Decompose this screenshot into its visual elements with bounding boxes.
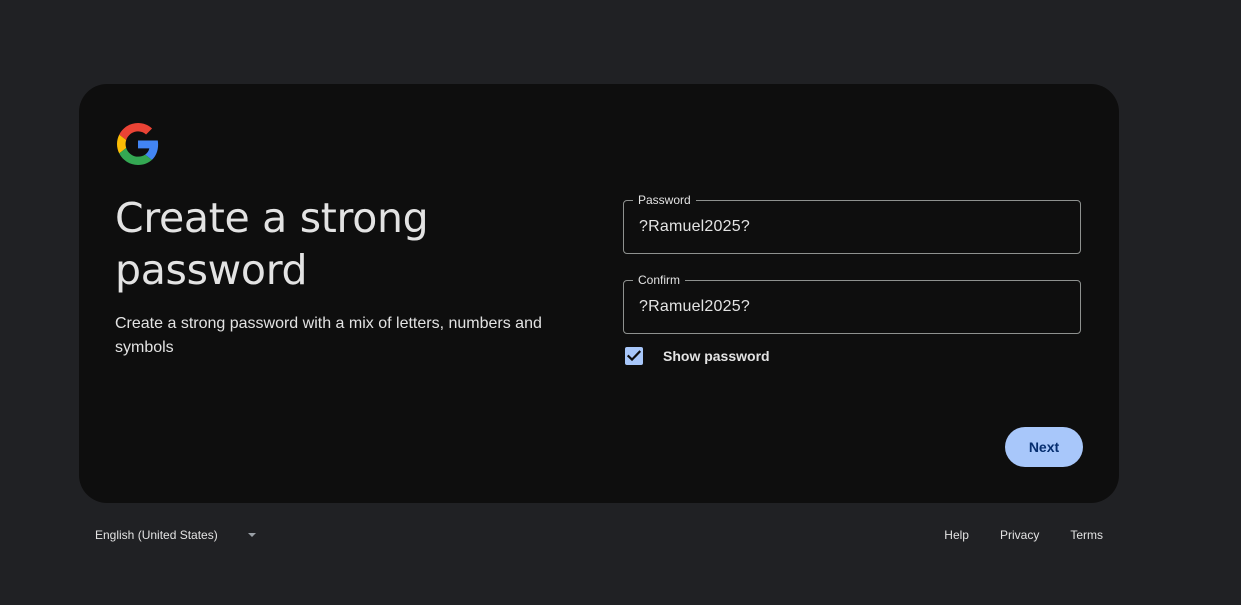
google-logo-icon (117, 123, 159, 165)
help-link[interactable]: Help (944, 528, 969, 542)
confirm-field[interactable]: Confirm (623, 272, 1081, 334)
password-input[interactable] (624, 201, 1080, 253)
next-button[interactable]: Next (1005, 427, 1083, 467)
password-field[interactable]: Password (623, 192, 1081, 254)
language-label: English (United States) (95, 528, 218, 542)
checkmark-icon (627, 350, 641, 362)
terms-link[interactable]: Terms (1070, 528, 1103, 542)
show-password-row[interactable]: Show password (625, 346, 770, 366)
signup-card: Create a strong password Create a strong… (79, 84, 1119, 503)
page-subtitle: Create a strong password with a mix of l… (115, 315, 542, 356)
footer-links: Help Privacy Terms (913, 524, 1103, 546)
show-password-label: Show password (663, 348, 770, 364)
language-selector[interactable]: English (United States) (95, 524, 256, 546)
dropdown-caret-icon (247, 533, 256, 537)
confirm-input[interactable] (624, 281, 1080, 333)
show-password-checkbox[interactable] (625, 347, 643, 365)
privacy-link[interactable]: Privacy (1000, 528, 1039, 542)
footer: English (United States) Help Privacy Ter… (0, 524, 1241, 546)
page-title: Create a strong password (115, 194, 429, 294)
